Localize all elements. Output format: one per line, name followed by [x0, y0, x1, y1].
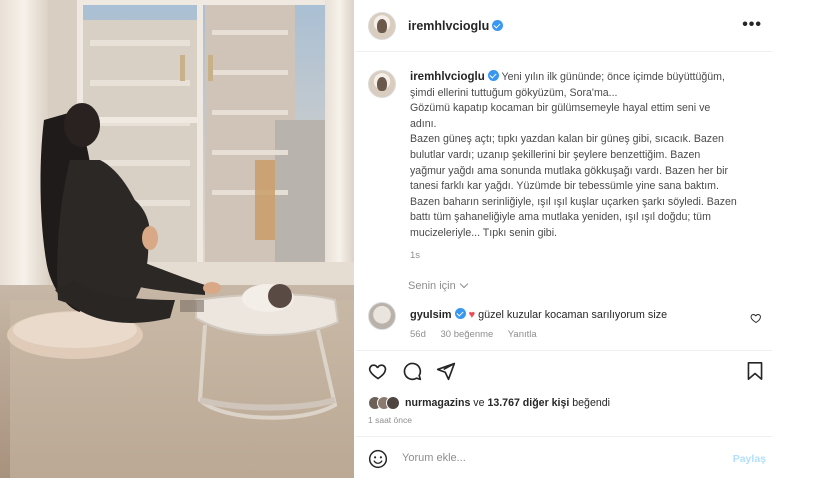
- caption-line: şimdi ellerini tuttuğum gökyüzüm, Sora'm…: [410, 86, 618, 99]
- post-comment-button[interactable]: Paylaş: [733, 453, 766, 465]
- caption-line: Bazen güneş açtı; tıpkı yazdan kalan bir…: [410, 133, 724, 146]
- for-you-dropdown[interactable]: Senin için: [408, 279, 468, 292]
- caption-username[interactable]: iremhlvcioglu: [410, 71, 485, 83]
- verified-icon: [487, 70, 499, 81]
- author-avatar[interactable]: [368, 11, 396, 40]
- more-icon[interactable]: •••: [742, 16, 762, 34]
- post-photo[interactable]: [0, 0, 354, 478]
- action-bar: [356, 350, 772, 388]
- caption-line: bulutlar vardı; uzanıp şekillerini bir ş…: [410, 148, 701, 161]
- caption-line: battı tüm şahaneliğiyle ama mutlaka yeni…: [410, 211, 711, 224]
- heart-icon[interactable]: [368, 361, 388, 381]
- comment-composer: Yorum ekle... Paylaş: [356, 436, 772, 480]
- post-header: iremhlvcioglu •••: [356, 0, 772, 52]
- verified-icon: [492, 20, 504, 31]
- emoji-icon[interactable]: [368, 449, 388, 469]
- heart-emoji-icon: ♥: [468, 309, 476, 321]
- post-photo-image: [0, 0, 354, 478]
- comment-like-icon[interactable]: [750, 312, 762, 324]
- caption-line: Yeni yılın ilk gününde; önce içimde büyü…: [501, 71, 725, 83]
- likes-count[interactable]: 13.767 diğer kişi: [487, 397, 569, 409]
- comment-meta: 56d 30 beğenme Yanıtla: [410, 329, 549, 340]
- author-username[interactable]: iremhlvcioglu: [408, 19, 489, 33]
- for-you-label: Senin için: [408, 280, 456, 292]
- post-panel: iremhlvcioglu ••• iremhlvcioglu Yeni yıl…: [356, 0, 772, 480]
- commenter-avatar[interactable]: [368, 302, 396, 330]
- caption-text: iremhlvcioglu Yeni yılın ilk gününde; ön…: [410, 70, 768, 263]
- liker-avatar: [386, 396, 400, 410]
- reply-button[interactable]: Yanıtla: [508, 329, 537, 340]
- likes-text: nurmagazins ve 13.767 diğer kişi beğendi: [405, 397, 610, 409]
- comment-line: gyulsim ♥ güzel kuzular kocaman sarılıyoru…: [410, 308, 667, 321]
- caption-time: 1s: [410, 249, 421, 261]
- caption-line: tanesi farklı kar yağdı. Yüzümde bir teb…: [410, 180, 719, 193]
- commenter-username[interactable]: gyulsim: [410, 309, 452, 321]
- comment: gyulsim ♥ güzel kuzular kocaman sarılıyoru…: [368, 302, 768, 342]
- comment-icon[interactable]: [402, 361, 422, 381]
- caption-line: Bazen baharın serinliğiyle, ışıl ışıl ku…: [410, 195, 737, 208]
- likes-connector: ve: [473, 397, 485, 409]
- comment-age: 56d: [410, 329, 426, 340]
- comment-text: güzel kuzular kocaman sarılıyorum size: [478, 309, 668, 321]
- caption-line: mucizeleriyle... Tıpkı senin gibi.: [410, 226, 557, 239]
- comment-likes[interactable]: 30 beğenme: [441, 329, 494, 340]
- liker-username[interactable]: nurmagazins: [405, 397, 470, 409]
- posted-time: 1 saat önce: [368, 415, 412, 425]
- bookmark-icon[interactable]: [746, 361, 764, 381]
- likes-summary[interactable]: nurmagazins ve 13.767 diğer kişi beğendi: [368, 394, 610, 412]
- share-icon[interactable]: [436, 361, 456, 381]
- chevron-down-icon: [459, 279, 468, 289]
- caption-line: adını.: [410, 117, 437, 130]
- verified-icon: [454, 308, 466, 319]
- caption-line: yağmur yağdı ama sonunda mutlaka gökkuşa…: [410, 164, 728, 177]
- caption-line: Gözümü kapatıp kocaman bir gülümsemeyle …: [410, 102, 711, 115]
- caption-avatar[interactable]: [368, 70, 396, 98]
- likes-suffix: beğendi: [572, 397, 610, 409]
- comment-input[interactable]: Yorum ekle...: [402, 452, 466, 464]
